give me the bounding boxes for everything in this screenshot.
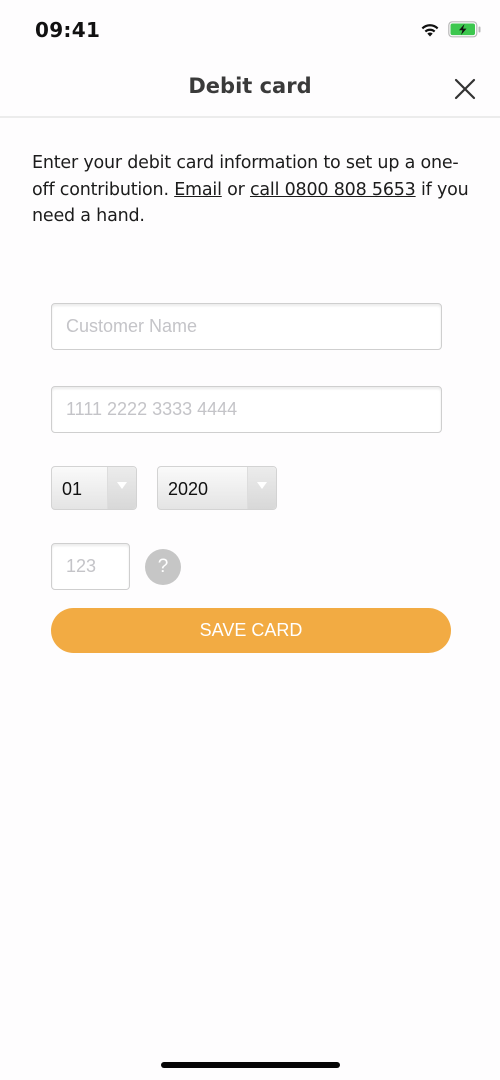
save-card-button[interactable]: SAVE CARD [51, 608, 451, 653]
expiry-year-value: 2020 [168, 479, 209, 499]
status-time: 09:41 [35, 18, 101, 42]
expiry-year-select[interactable]: 2020 [157, 466, 277, 510]
call-link[interactable]: call 0800 808 5653 [250, 180, 416, 200]
intro-text: Enter your debit card information to set… [32, 150, 472, 230]
close-icon[interactable] [450, 74, 480, 104]
nav-bar: Debit card [0, 60, 500, 118]
card-number-input[interactable] [51, 386, 442, 433]
chevron-down-icon [257, 482, 267, 489]
email-link[interactable]: Email [174, 180, 222, 200]
chevron-down-icon [117, 482, 127, 489]
status-bar: 09:41 [0, 0, 500, 60]
cvv-help-button[interactable]: ? [145, 549, 181, 585]
year-dropdown-toggle[interactable] [247, 467, 276, 509]
intro-text-middle: or [221, 179, 250, 200]
home-indicator[interactable] [161, 1062, 340, 1068]
expiry-month-select[interactable]: 01 [51, 466, 137, 510]
battery-charging-icon [448, 21, 481, 38]
customer-name-input[interactable] [51, 303, 442, 350]
wifi-icon [421, 24, 439, 37]
page-title: Debit card [188, 74, 312, 98]
month-dropdown-toggle[interactable] [107, 467, 136, 509]
expiry-month-value: 01 [62, 479, 83, 499]
cvv-input[interactable] [51, 543, 130, 590]
